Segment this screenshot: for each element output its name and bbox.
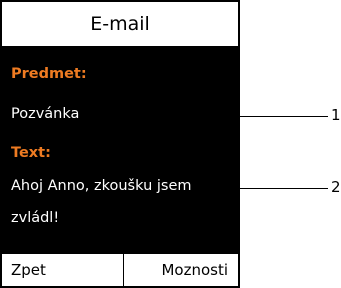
back-softkey[interactable]: Zpet xyxy=(2,254,124,286)
phone-display: E-mail Predmet: Pozvánka Text: Ahoj Anno… xyxy=(0,0,240,288)
callout-line-2 xyxy=(218,188,328,189)
message-text-line-1: Ahoj Anno, zkoušku jsem xyxy=(11,178,192,194)
screen-title: E-mail xyxy=(0,0,240,48)
softkey-bar: Zpet Moznosti xyxy=(0,252,240,288)
subject-label: Predmet: xyxy=(11,66,87,82)
message-text-line-2: zvládl! xyxy=(11,210,60,226)
callout-number-1: 1 xyxy=(331,106,341,124)
callout-number-2: 2 xyxy=(331,178,341,196)
text-label: Text: xyxy=(11,145,51,161)
subject-value: Pozvánka xyxy=(11,106,80,122)
options-softkey[interactable]: Moznosti xyxy=(124,254,238,286)
callout-line-1 xyxy=(240,116,328,117)
